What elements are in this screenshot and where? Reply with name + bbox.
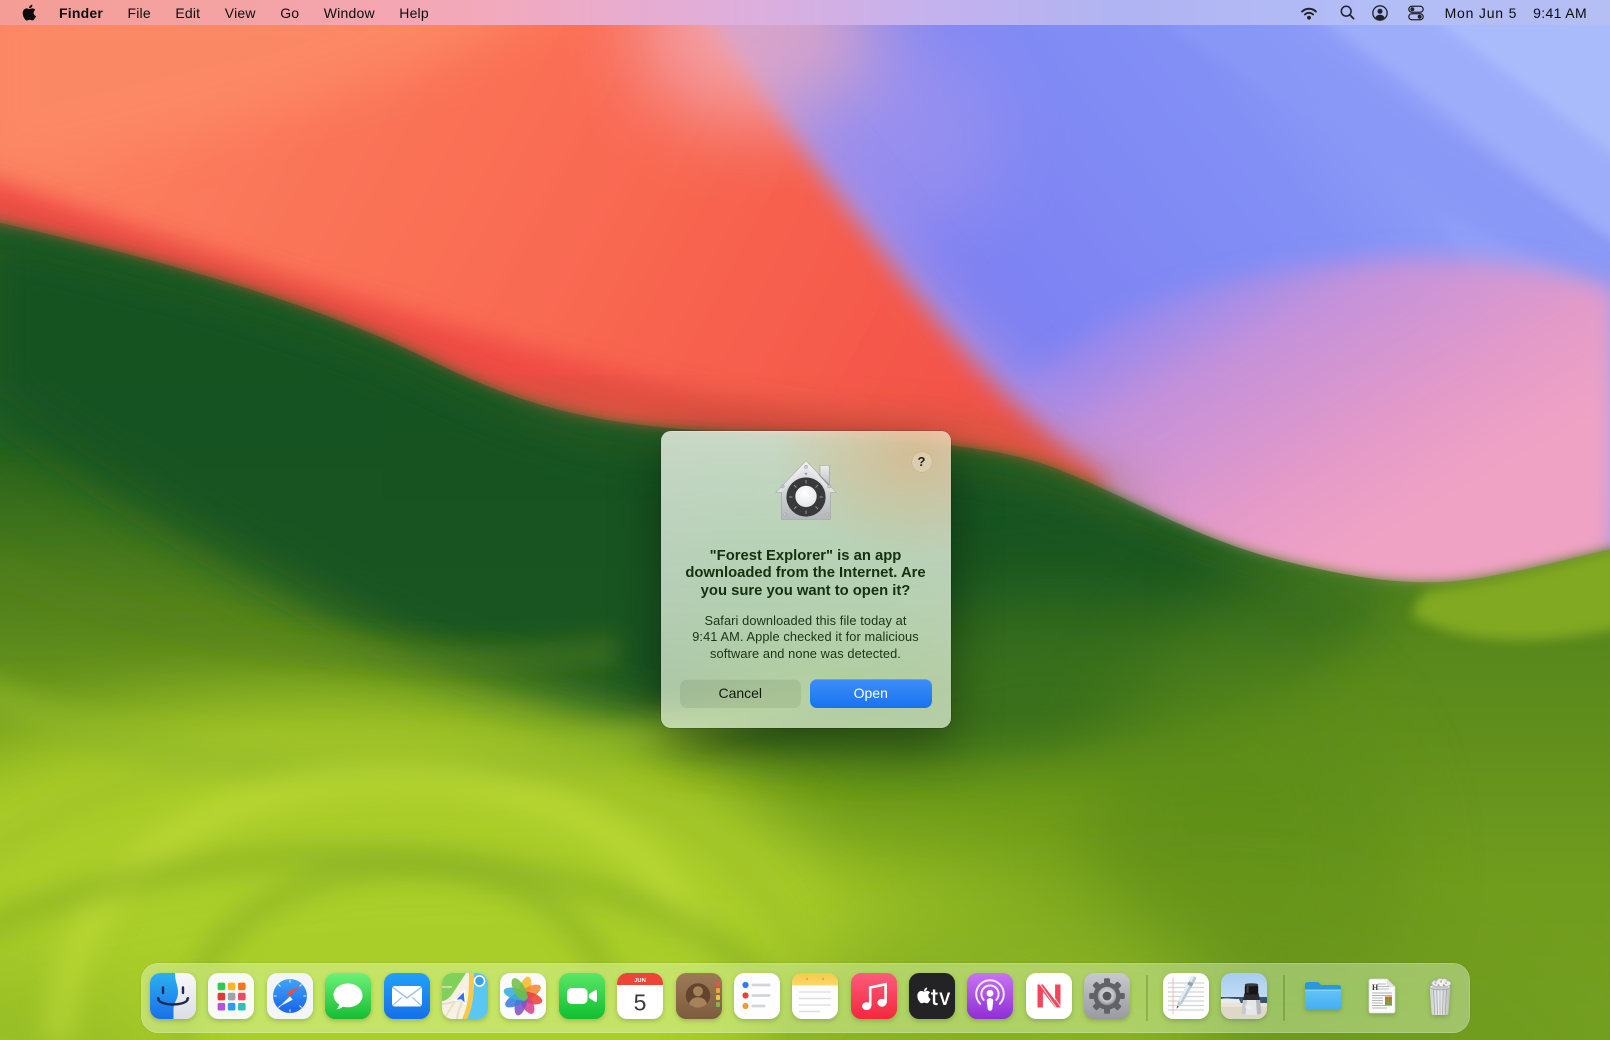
svg-text:H: H bbox=[1372, 983, 1379, 992]
svg-text:5: 5 bbox=[634, 989, 647, 1015]
svg-text:JUN: JUN bbox=[634, 978, 646, 984]
